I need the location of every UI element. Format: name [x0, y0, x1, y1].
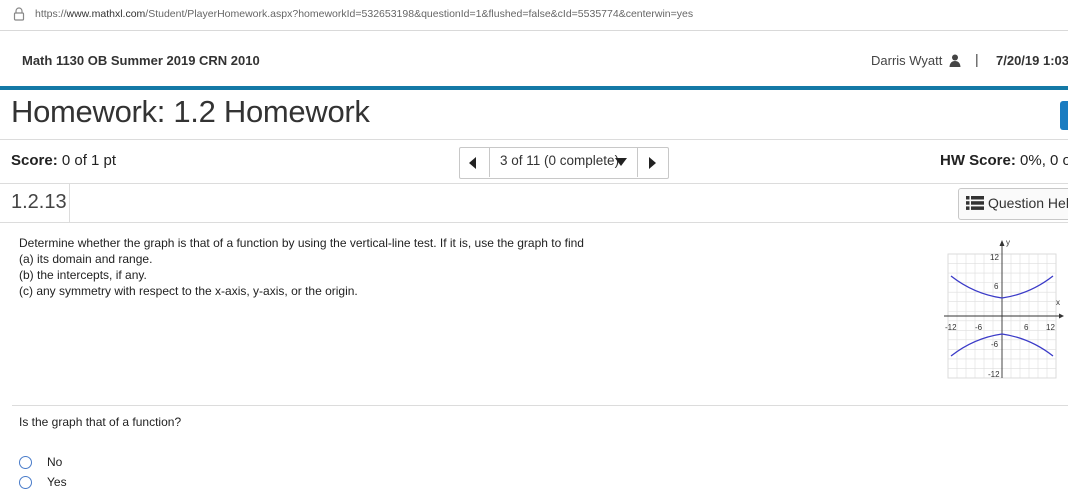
score-label: Score:	[11, 152, 58, 169]
question-part-c: (c) any symmetry with respect to the x-a…	[19, 284, 358, 298]
option-yes[interactable]: Yes	[19, 475, 139, 492]
accent-bar	[0, 86, 1068, 90]
question-part-a: (a) its domain and range.	[19, 252, 153, 266]
x-axis-arrow	[1059, 313, 1064, 319]
x-tick-label: -6	[975, 323, 983, 332]
url-path: /Student/PlayerHomework.aspx?homeworkId=…	[145, 8, 694, 20]
url-host: www.mathxl.com	[66, 8, 146, 20]
lock-icon	[13, 7, 25, 21]
score-display: Score: 0 of 1 pt	[11, 152, 116, 169]
header-separator: |	[975, 51, 979, 67]
x-tick-label: 12	[1046, 323, 1055, 332]
chevron-right-icon	[649, 157, 656, 169]
list-icon	[966, 196, 984, 210]
question-id: 1.2.13	[11, 191, 67, 213]
divider	[12, 405, 1068, 406]
question-text: Determine whether the graph is that of a…	[19, 236, 584, 250]
y-tick-label: 12	[990, 253, 999, 262]
question-part-b: (b) the intercepts, if any.	[19, 268, 147, 282]
score-value: 0 of 1 pt	[61, 152, 117, 169]
x-tick-label: 6	[1024, 323, 1029, 332]
radio-button[interactable]	[19, 456, 32, 469]
next-question-button[interactable]	[637, 147, 668, 177]
y-tick-label: -12	[988, 370, 1000, 379]
y-axis-arrow	[999, 240, 1005, 246]
x-tick-label: -12	[945, 323, 957, 332]
hw-score-value: 0%, 0 of	[1020, 152, 1068, 169]
user-name[interactable]: Darris Wyatt	[871, 53, 942, 68]
y-tick-label: -6	[991, 340, 999, 349]
hyperbola-graph[interactable]: x y -12 -6 6 12 12 6 -6 -12	[936, 232, 1064, 384]
question-selector[interactable]: 3 of 11 (0 complete)	[500, 153, 619, 168]
url-text[interactable]: https://www.mathxl.com/Student/PlayerHom…	[35, 8, 693, 20]
header-date: 7/20/19 1:03	[996, 53, 1068, 68]
divider	[0, 183, 1068, 184]
divider	[0, 139, 1068, 140]
course-title: Math 1130 OB Summer 2019 CRN 2010	[22, 53, 260, 68]
divider	[0, 222, 1068, 223]
option-label[interactable]: No	[47, 455, 62, 469]
url-prefix: https://	[35, 8, 67, 20]
x-axis-label: x	[1056, 298, 1060, 307]
hw-score-label: HW Score:	[940, 152, 1016, 169]
option-no[interactable]: No	[19, 455, 139, 472]
user-icon	[949, 54, 961, 67]
hw-score-display: HW Score: 0%, 0 of	[940, 152, 1068, 169]
action-button-partial[interactable]	[1060, 101, 1068, 130]
question-help-label[interactable]: Question Help	[988, 195, 1068, 211]
chevron-left-icon	[469, 157, 476, 169]
answer-prompt: Is the graph that of a function?	[19, 415, 182, 429]
previous-question-button[interactable]	[459, 147, 490, 177]
option-label[interactable]: Yes	[47, 475, 67, 489]
radio-button[interactable]	[19, 476, 32, 489]
chevron-down-icon[interactable]	[615, 158, 627, 166]
y-axis-label: y	[1006, 238, 1010, 247]
page-title: Homework: 1.2 Homework	[11, 94, 370, 129]
y-tick-label: 6	[994, 282, 999, 291]
